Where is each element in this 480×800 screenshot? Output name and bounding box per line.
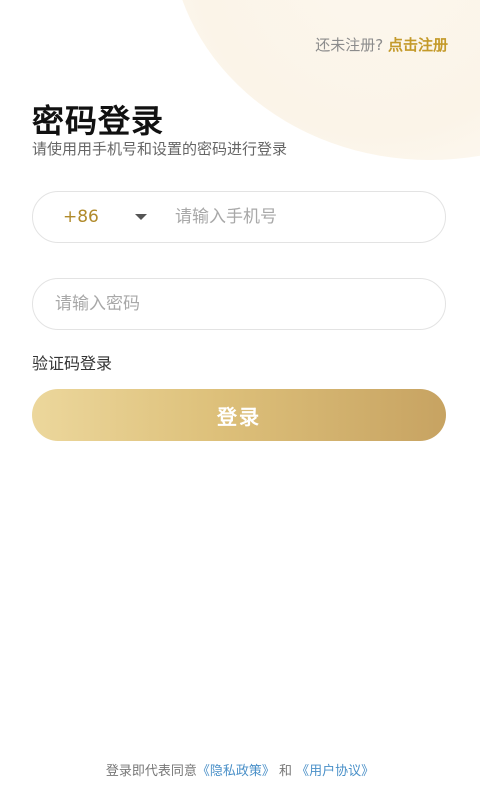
register-prompt: 还未注册? <box>315 36 384 54</box>
page-subtitle: 请使用用手机号和设置的密码进行登录 <box>32 140 288 158</box>
phone-input[interactable] <box>173 206 445 228</box>
agreement-and: 和 <box>279 764 293 779</box>
chevron-down-icon[interactable] <box>135 214 147 220</box>
register-link[interactable]: 点击注册 <box>388 36 448 54</box>
password-field <box>32 278 446 330</box>
page-title: 密码登录 <box>32 102 165 140</box>
password-input[interactable] <box>33 293 445 315</box>
privacy-policy-link[interactable]: 《隐私政策》 <box>197 764 275 779</box>
agreement-prefix: 登录即代表同意 <box>105 764 197 779</box>
phone-field: +86 <box>32 191 446 243</box>
country-code-selector[interactable]: +86 <box>33 207 133 227</box>
user-agreement-link[interactable]: 《用户协议》 <box>296 764 374 779</box>
register-row: 还未注册? 点击注册 <box>315 34 448 55</box>
decorative-corner-glow <box>170 0 480 160</box>
login-button[interactable]: 登录 <box>32 389 446 441</box>
login-page: 还未注册? 点击注册 密码登录 请使用用手机号和设置的密码进行登录 +86 验证… <box>0 0 480 800</box>
verification-code-login-link[interactable]: 验证码登录 <box>32 350 112 374</box>
agreement-text: 登录即代表同意《隐私政策》 和 《用户协议》 <box>0 760 480 779</box>
